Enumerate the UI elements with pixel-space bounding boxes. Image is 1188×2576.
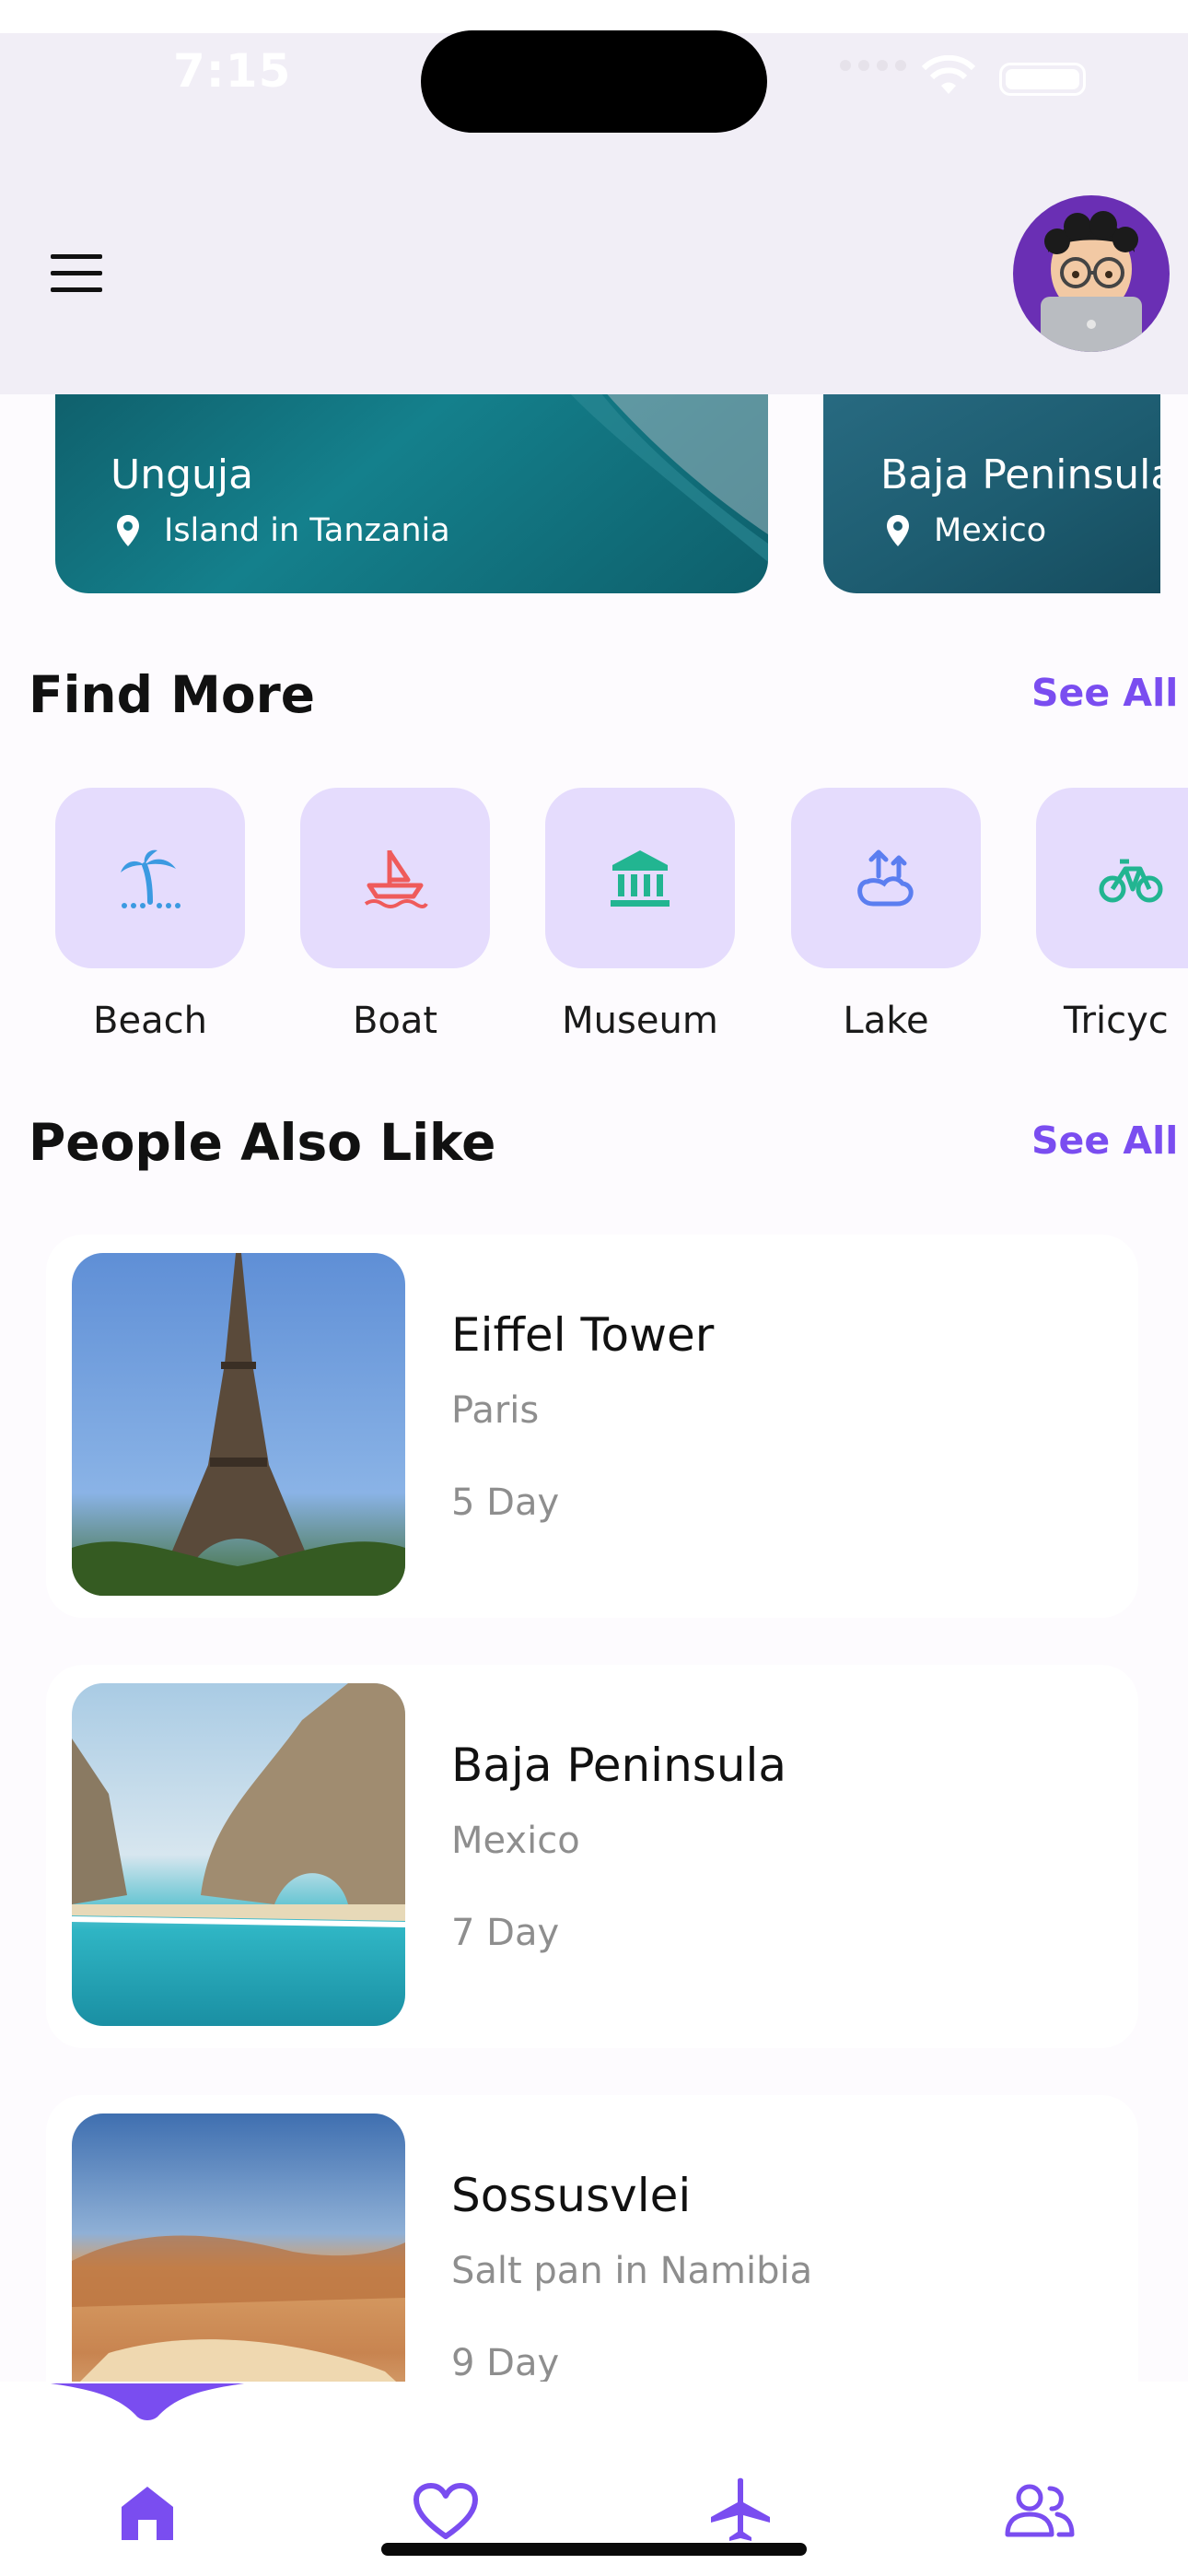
featured-title: Baja Peninsula [880,451,1160,498]
featured-title: Unguja [111,451,254,498]
home-indicator [381,2543,807,2556]
category-tricycle[interactable] [1036,788,1188,968]
place-duration: 7 Day [451,1912,560,1954]
place-title: Baja Peninsula [451,1739,787,1792]
active-tab-indicator [51,2383,244,2420]
place-title: Sossusvlei [451,2169,692,2222]
museum-icon [611,850,670,907]
location-pin-icon [887,515,909,546]
place-card-baja-peninsula[interactable]: Baja Peninsula Mexico 7 Day [46,1665,1138,2048]
category-label: Museum [562,1000,718,1042]
category-label: Tricyc [1064,1000,1169,1042]
dynamic-island [421,30,767,133]
category-museum[interactable] [545,788,735,968]
heart-icon[interactable] [413,2483,479,2542]
baja-arch-image [72,1683,405,1927]
airplane-icon[interactable] [707,2476,774,2543]
top-strip [0,0,1188,33]
wifi-icon [921,55,976,94]
featured-location: Island in Tanzania [164,512,450,549]
featured-location: Mexico [934,512,1047,549]
eiffel-tower-image [72,1253,405,1596]
people-icon[interactable] [1004,2483,1076,2538]
place-subtitle: Salt pan in Namibia [451,2250,813,2292]
boat-icon [364,850,428,908]
palm-tree-icon [121,849,181,908]
place-title: Eiffel Tower [451,1308,715,1362]
find-more-see-all-link[interactable]: See All [1031,671,1178,715]
place-duration: 9 Day [451,2342,560,2384]
category-label: Beach [93,1000,207,1042]
tricycle-icon [1099,859,1163,903]
location-pin-icon [117,515,139,546]
cellular-signal-icon [840,57,914,75]
place-image [72,1683,405,2026]
category-boat[interactable] [300,788,490,968]
avatar[interactable] [1013,195,1170,352]
people-also-like-see-all-link[interactable]: See All [1031,1118,1178,1163]
lake-icon [857,849,914,907]
place-duration: 5 Day [451,1481,560,1524]
category-label: Boat [352,1000,438,1042]
hamburger-menu-icon[interactable] [51,254,102,292]
status-time: 7:15 [173,44,292,98]
category-lake[interactable] [791,788,981,968]
people-also-like-title: People Also Like [29,1113,496,1172]
place-subtitle: Mexico [451,1820,580,1862]
battery-icon [999,63,1086,96]
category-beach[interactable] [55,788,245,968]
place-card-eiffel-tower[interactable]: Eiffel Tower Paris 5 Day [46,1235,1138,1618]
home-icon[interactable] [118,2483,177,2542]
place-image [72,1253,405,1596]
place-subtitle: Paris [451,1389,540,1432]
find-more-title: Find More [29,665,316,724]
category-label: Lake [843,1000,929,1042]
memoji-avatar-icon [1041,211,1142,352]
